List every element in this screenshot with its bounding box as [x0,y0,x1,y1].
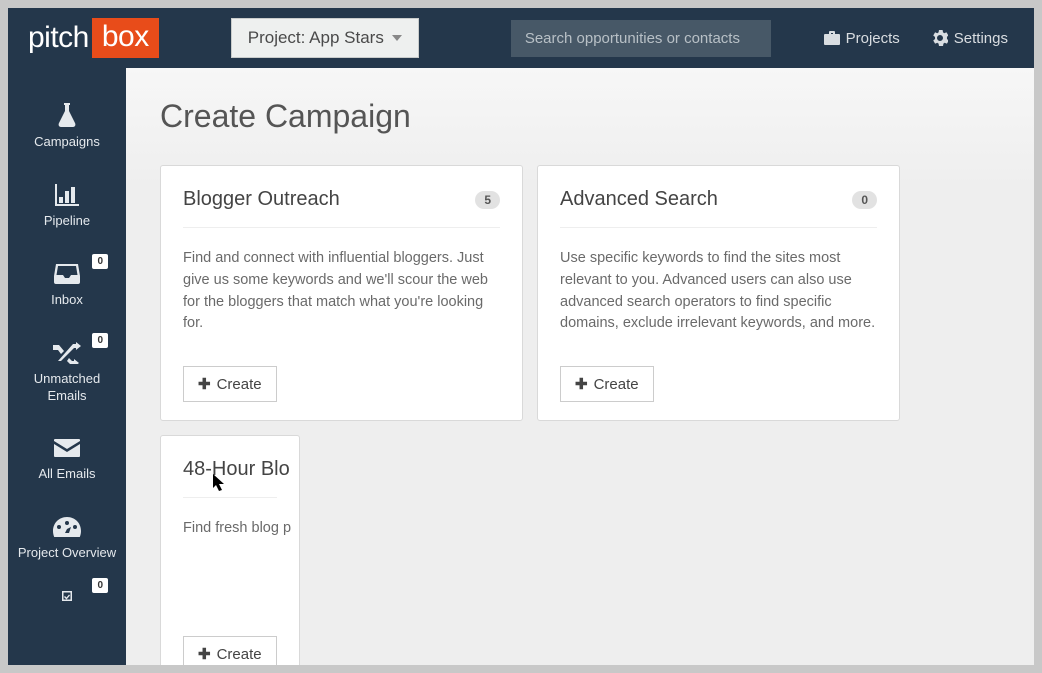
settings-link[interactable]: Settings [922,30,1018,47]
unmatched-badge: 0 [92,333,108,348]
plus-icon: ✚ [198,375,211,393]
sidebar-item-inbox[interactable]: 0 Inbox [8,250,126,329]
card-48-hour: 48-Hour Blo Find fresh blog p ✚ Create [160,435,300,665]
flask-icon [14,102,120,130]
create-label: Create [217,376,262,393]
card-advanced-search: Advanced Search 0 Use specific keywords … [537,165,900,421]
sidebar-item-overview[interactable]: Project Overview [8,503,126,582]
card-description: Find fresh blog p [183,518,277,618]
sidebar-item-campaigns[interactable]: Campaigns [8,92,126,171]
card-title: Advanced Search [560,188,718,211]
create-button[interactable]: ✚ Create [183,366,277,402]
topbar: pitch box Project: App Stars Projects Se… [8,8,1034,68]
bar-chart-icon [14,181,120,209]
card-blogger-outreach: Blogger Outreach 5 Find and connect with… [160,165,523,421]
sidebar: Campaigns Pipeline 0 Inbox 0 Un [8,68,126,665]
plus-icon: ✚ [575,375,588,393]
inbox-badge: 0 [92,254,108,269]
settings-label: Settings [954,30,1008,47]
logo-right: box [92,18,159,58]
sidebar-item-label: Pipeline [44,213,90,228]
sidebar-item-unmatched[interactable]: 0 Unmatched Emails [8,329,126,425]
card-title: Blogger Outreach [183,188,340,211]
chevron-down-icon [392,35,402,41]
sidebar-item-label: Project Overview [18,545,116,560]
card-count: 0 [852,191,877,209]
projects-label: Projects [846,30,900,47]
card-description: Use specific keywords to find the sites … [560,248,877,348]
create-button[interactable]: ✚ Create [183,636,277,665]
card-title: 48-Hour Blo [183,458,290,481]
sidebar-item-all-emails[interactable]: All Emails [8,424,126,503]
partial-badge: 0 [92,578,108,593]
dashboard-icon [14,513,120,541]
projects-link[interactable]: Projects [814,30,910,47]
project-selector[interactable]: Project: App Stars [231,18,419,58]
card-description: Find and connect with influential blogge… [183,248,500,348]
sidebar-item-partial[interactable]: 0 [8,582,126,630]
sidebar-item-label: Inbox [51,292,83,307]
sidebar-item-label: Campaigns [34,134,100,149]
project-selector-label: Project: App Stars [248,28,384,48]
create-label: Create [217,646,262,663]
logo-left: pitch [28,21,89,55]
plus-icon: ✚ [198,645,211,663]
envelope-icon [14,434,120,462]
create-button[interactable]: ✚ Create [560,366,654,402]
main-content: Create Campaign Blogger Outreach 5 Find … [126,68,1034,665]
search-input[interactable] [511,20,771,57]
logo: pitch box [8,18,159,58]
card-count: 5 [475,191,500,209]
sidebar-item-label: All Emails [38,466,95,481]
sidebar-item-label: Unmatched Emails [34,371,100,403]
create-label: Create [594,376,639,393]
cards-row-1: Blogger Outreach 5 Find and connect with… [160,165,1034,665]
page-title: Create Campaign [160,98,1034,135]
briefcase-icon [824,31,840,45]
gear-icon [932,30,948,46]
sidebar-item-pipeline[interactable]: Pipeline [8,171,126,250]
